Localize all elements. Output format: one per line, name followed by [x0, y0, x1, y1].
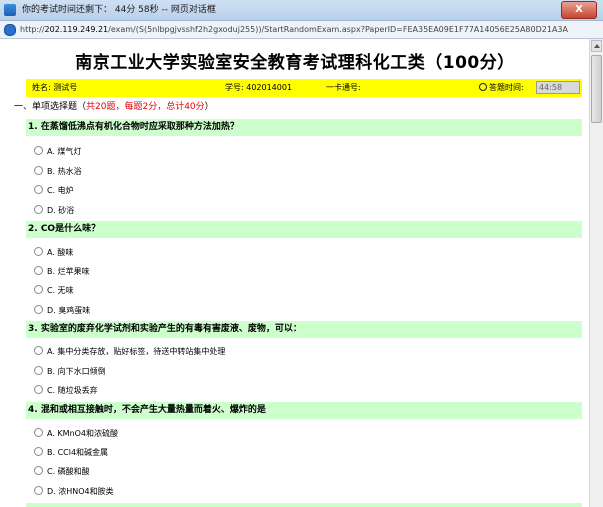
- option-label: D. 砂浴: [47, 206, 75, 215]
- question-2: 2. CO是什么味？: [26, 221, 582, 238]
- student-info-bar: 姓名: 测试号 学号: 402014001 一卡通号: 答题时间: 44:58: [26, 79, 582, 97]
- radio-button[interactable]: [34, 305, 43, 314]
- radio-button[interactable]: [34, 146, 43, 155]
- close-button[interactable]: X: [561, 1, 597, 19]
- q3-option-a[interactable]: A. 集中分类存放，贴好标签，待送中转站集中处理: [34, 345, 225, 359]
- address-bar[interactable]: http://202.119.249.21/exam/(S(5nlbpgjvss…: [0, 21, 603, 39]
- url-prefix: http://: [20, 25, 45, 34]
- option-label: B. 烂苹果味: [47, 267, 90, 276]
- option-label: A. 集中分类存放，贴好标签，待送中转站集中处理: [47, 347, 226, 356]
- student-id: 学号: 402014001: [225, 83, 293, 92]
- radio-button[interactable]: [34, 466, 43, 475]
- url-host: 202.119.249.21: [44, 25, 109, 34]
- vertical-scrollbar[interactable]: [589, 39, 603, 507]
- question-4: 4. 混和或相互接触时，不会产生大量热量而着火、爆炸的是: [26, 402, 582, 419]
- option-label: B. 热水浴: [47, 167, 82, 176]
- option-label: C. 电炉: [47, 186, 74, 195]
- radio-button[interactable]: [34, 285, 43, 294]
- q1-option-b[interactable]: B. 热水浴: [34, 165, 82, 179]
- radio-button[interactable]: [34, 385, 43, 394]
- option-label: C. 无味: [47, 286, 74, 295]
- question-1: 1. 在蒸馏低沸点有机化合物时应采取那种方法加热？: [26, 119, 582, 136]
- radio-button[interactable]: [34, 247, 43, 256]
- radio-button[interactable]: [34, 486, 43, 495]
- option-label: D. 浓HNO4和胺类: [47, 487, 114, 496]
- option-label: D. 臭鸡蛋味: [47, 306, 91, 315]
- exam-content: 南京工业大学实验室安全教育考试理科化工类（100分） 姓名: 测试号 学号: 4…: [0, 39, 590, 507]
- radio-button[interactable]: [34, 447, 43, 456]
- url-text[interactable]: http://202.119.249.21/exam/(S(5nlbpgjvss…: [20, 21, 568, 38]
- scroll-up-arrow-icon[interactable]: [591, 40, 602, 52]
- ie-page-icon: [4, 24, 16, 36]
- radio-button[interactable]: [34, 185, 43, 194]
- q4-option-a[interactable]: A. KMnO4和浓硫酸: [34, 427, 118, 441]
- q3-option-b[interactable]: B. 向下水口倾倒: [34, 365, 106, 379]
- time-remaining-field: 44:58: [536, 81, 580, 94]
- option-label: A. KMnO4和浓硫酸: [47, 429, 119, 438]
- option-label: A. 酸味: [47, 248, 74, 257]
- radio-button[interactable]: [34, 266, 43, 275]
- radio-button[interactable]: [34, 346, 43, 355]
- q1-option-a[interactable]: A. 煤气灯: [34, 145, 81, 159]
- window-titlebar: 你的考试时间还剩下： 44分 58秒 -- 网页对话框 X: [0, 0, 603, 21]
- q2-option-c[interactable]: C. 无味: [34, 284, 74, 298]
- option-label: B. CCl4和碱金属: [47, 448, 109, 457]
- radio-button[interactable]: [34, 166, 43, 175]
- q2-option-b[interactable]: B. 烂苹果味: [34, 265, 90, 279]
- scrollbar-thumb[interactable]: [591, 55, 602, 123]
- question-3: 3. 实验室的废弃化学试剂和实验产生的有毒有害废液、废物，可以：: [26, 321, 582, 338]
- time-label: 答题时间:: [489, 83, 524, 92]
- student-name: 姓名: 测试号: [32, 83, 78, 92]
- q2-option-a[interactable]: A. 酸味: [34, 246, 73, 260]
- q1-option-c[interactable]: C. 电炉: [34, 184, 74, 198]
- radio-button[interactable]: [34, 366, 43, 375]
- question-5-partial: [26, 503, 582, 507]
- option-label: C. 磷酸和酸: [47, 467, 90, 476]
- section-detail: 共20题，每题2分，总计40分: [86, 102, 205, 112]
- q2-option-d[interactable]: D. 臭鸡蛋味: [34, 304, 90, 318]
- section-heading: 一、单项选择题（共20题，每题2分，总计40分）: [14, 101, 214, 113]
- q4-option-d[interactable]: D. 浓HNO4和胺类: [34, 485, 114, 499]
- clock-icon: [479, 83, 487, 91]
- section-prefix: 一、单项选择题（: [14, 102, 87, 112]
- window-title: 你的考试时间还剩下： 44分 58秒 -- 网页对话框: [22, 5, 216, 15]
- dialog-icon: [4, 4, 16, 16]
- section-suffix: ）: [204, 102, 214, 112]
- option-label: A. 煤气灯: [47, 147, 82, 156]
- card-number-label: 一卡通号:: [326, 83, 361, 92]
- q3-option-c[interactable]: C. 随垃圾丢弃: [34, 384, 98, 398]
- option-label: B. 向下水口倾倒: [47, 367, 106, 376]
- radio-button[interactable]: [34, 205, 43, 214]
- radio-button[interactable]: [34, 428, 43, 437]
- q4-option-c[interactable]: C. 磷酸和酸: [34, 465, 90, 479]
- url-path: /exam/(S(5nlbpgjvsshf2h2gxoduj255))/Star…: [108, 25, 568, 34]
- q1-option-d[interactable]: D. 砂浴: [34, 204, 74, 218]
- exam-title: 南京工业大学实验室安全教育考试理科化工类（100分）: [75, 53, 515, 73]
- option-label: C. 随垃圾丢弃: [47, 386, 98, 395]
- q4-option-b[interactable]: B. CCl4和碱金属: [34, 446, 108, 460]
